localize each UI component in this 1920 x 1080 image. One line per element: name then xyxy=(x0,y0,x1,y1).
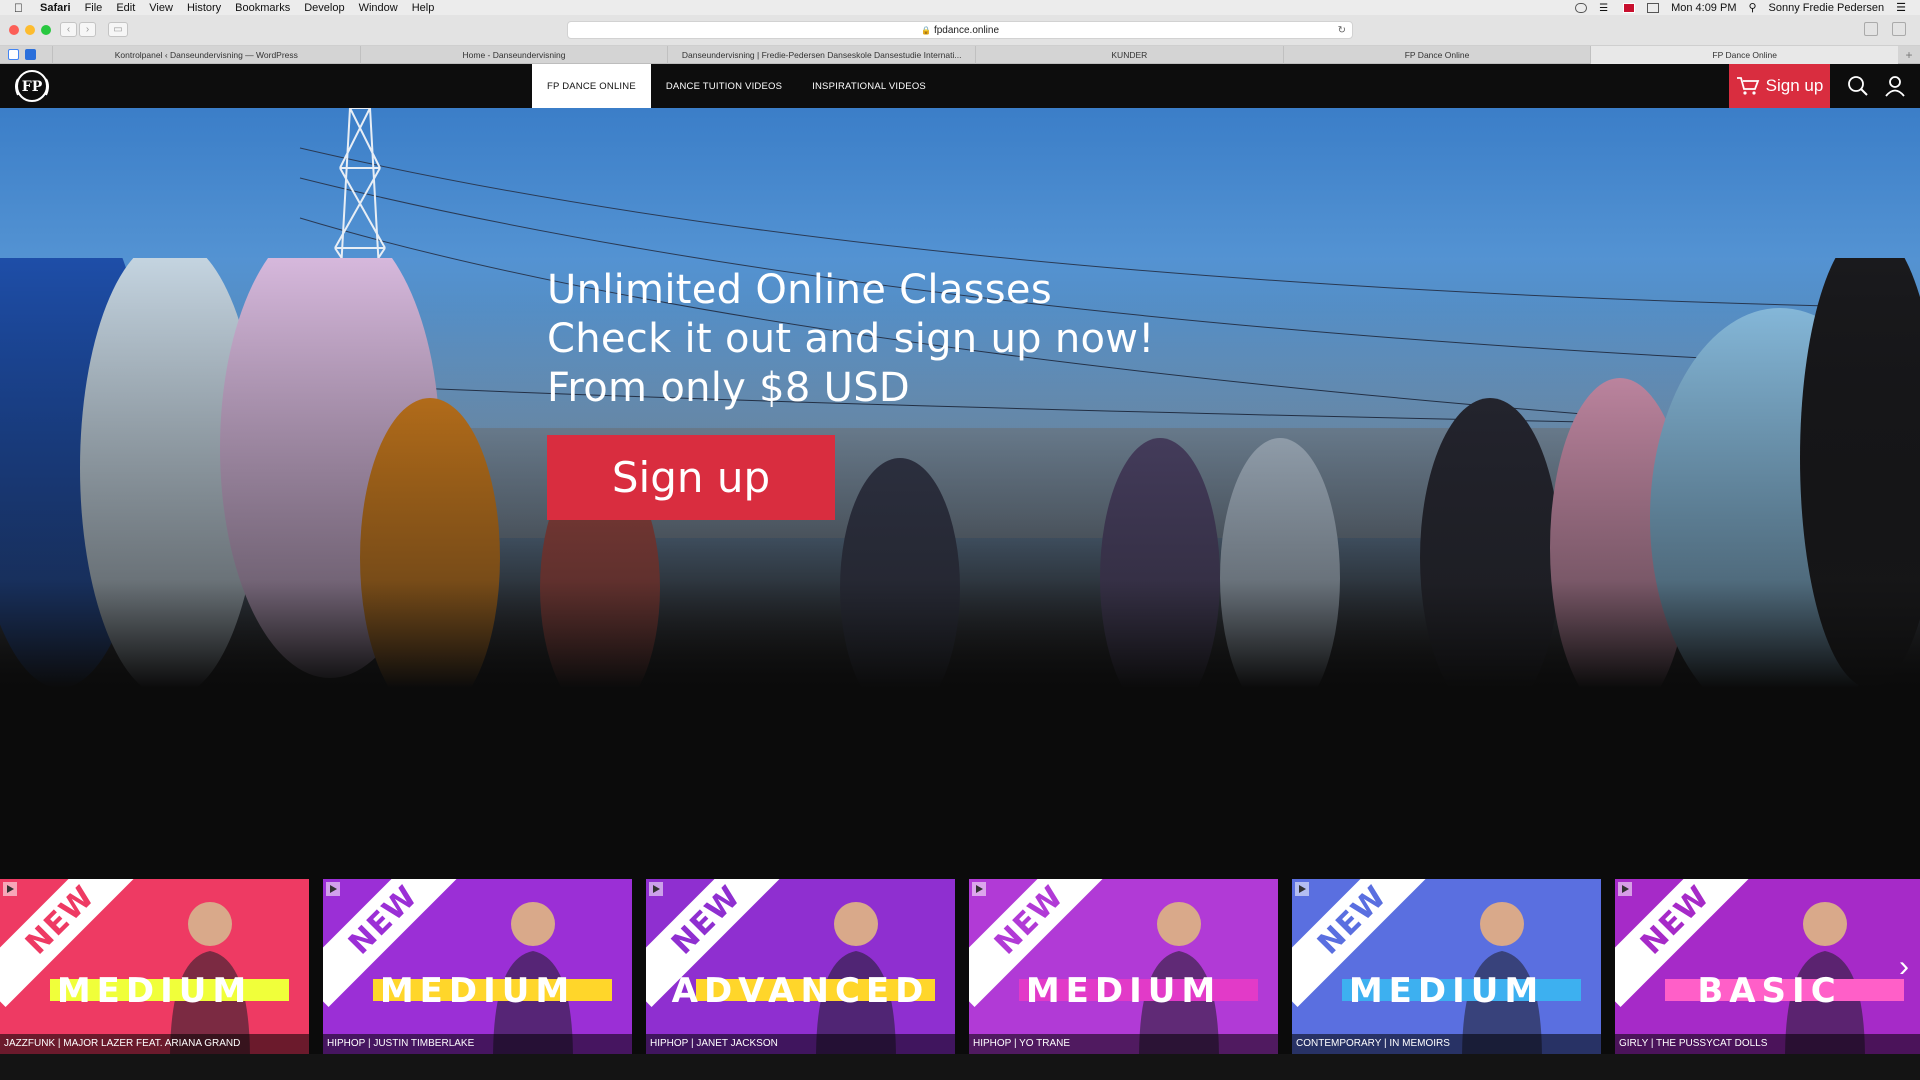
nav-inspirational-videos[interactable]: INSPIRATIONAL VIDEOS xyxy=(797,64,941,108)
nav-dance-tuition-videos[interactable]: DANCE TUITION VIDEOS xyxy=(651,64,797,108)
thumbnail-caption: HIPHOP | YO TRANE xyxy=(969,1034,1278,1054)
thumbnail-caption: GIRLY | THE PUSSYCAT DOLLS xyxy=(1615,1034,1920,1054)
menu-history[interactable]: History xyxy=(187,2,221,14)
play-icon[interactable] xyxy=(972,882,986,896)
menubar-clock[interactable]: Mon 4:09 PM xyxy=(1671,2,1736,14)
fp-dance-logo[interactable]: FP xyxy=(10,69,54,103)
macos-menu-bar:  Safari File Edit View History Bookmark… xyxy=(0,0,1920,15)
wifi-icon[interactable]: ☰ xyxy=(1599,3,1611,14)
user-account-icon[interactable] xyxy=(1884,75,1906,97)
hero-banner: Unlimited Online Classes Check it out an… xyxy=(0,108,1920,688)
menu-view[interactable]: View xyxy=(149,2,173,14)
thumbnail-caption: HIPHOP | JUSTIN TIMBERLAKE xyxy=(323,1034,632,1054)
display-icon[interactable] xyxy=(1647,2,1660,13)
apple-icon[interactable]:  xyxy=(14,1,28,15)
hero-headline: Unlimited Online Classes Check it out an… xyxy=(547,266,1155,413)
tab-overview-icon[interactable] xyxy=(1892,22,1906,36)
menu-bookmarks[interactable]: Bookmarks xyxy=(235,2,290,14)
difficulty-level: MEDIUM xyxy=(1025,971,1222,1011)
carousel-prev-arrow[interactable]: ‹ xyxy=(4,950,28,984)
site-favicon-icon[interactable] xyxy=(25,49,36,60)
reload-icon[interactable]: ↻ xyxy=(1338,25,1346,36)
lock-icon: 🔒 xyxy=(920,25,931,35)
difficulty-level: MEDIUM xyxy=(56,971,253,1011)
play-icon[interactable] xyxy=(326,882,340,896)
search-icon[interactable] xyxy=(1847,75,1869,97)
new-tab-button[interactable]: + xyxy=(1898,48,1920,62)
play-icon[interactable] xyxy=(649,882,663,896)
video-thumbnail[interactable]: BASIC NEW GIRLY | THE PUSSYCAT DOLLS xyxy=(1615,879,1920,1054)
hero-line-3: From only $8 USD xyxy=(547,365,911,411)
hero-line-2: Check it out and sign up now! xyxy=(547,316,1155,362)
tab-fp-dance-online-active[interactable]: FP Dance Online xyxy=(1590,45,1899,64)
history-nav: ‹ › xyxy=(60,22,96,37)
difficulty-level: MEDIUM xyxy=(1348,971,1545,1011)
tab-wordpress[interactable]: Kontrolpanel ‹ Danseundervisning — WordP… xyxy=(52,45,360,64)
menu-develop[interactable]: Develop xyxy=(304,2,344,14)
pinned-tabs xyxy=(0,49,52,60)
tab-bar: Kontrolpanel ‹ Danseundervisning — WordP… xyxy=(0,45,1920,64)
nav-fp-dance-online[interactable]: FP DANCE ONLINE xyxy=(532,64,651,108)
browser-toolbar: ‹ › ▭ 🔒 fpdance.online ↻ xyxy=(0,15,1920,46)
toolbar-right xyxy=(1864,22,1906,36)
video-thumbnail[interactable]: MEDIUM NEW CONTEMPORARY | IN MEMOIRS xyxy=(1292,879,1601,1054)
play-icon[interactable] xyxy=(3,882,17,896)
video-thumbnail[interactable]: MEDIUM NEW HIPHOP | YO TRANE xyxy=(969,879,1278,1054)
tab-danseundervisning[interactable]: Danseundervisning | Fredie-Pedersen Dans… xyxy=(667,45,975,64)
svg-text:FP: FP xyxy=(22,79,43,95)
address-bar[interactable]: 🔒 fpdance.online ↻ xyxy=(567,21,1353,39)
cloud-icon[interactable] xyxy=(1575,2,1588,13)
zoom-window-button[interactable] xyxy=(41,25,51,35)
sidebar-toggle-button[interactable]: ▭ xyxy=(108,22,128,37)
spotlight-icon[interactable]: ⚲ xyxy=(1748,1,1756,14)
back-button[interactable]: ‹ xyxy=(60,22,77,37)
menu-safari[interactable]: Safari xyxy=(40,2,71,14)
site-header: FP FP DANCE ONLINE DANCE TUITION VIDEOS … xyxy=(0,64,1920,108)
play-icon[interactable] xyxy=(1618,882,1632,896)
thumbnail-caption: JAZZFUNK | MAJOR LAZER FEAT. ARIANA GRAN… xyxy=(0,1034,309,1054)
google-favicon-icon[interactable] xyxy=(8,49,19,60)
video-carousel: MEDIUM NEW JAZZFUNK | MAJOR LAZER FEAT. … xyxy=(0,879,1920,1054)
carousel-next-arrow[interactable]: › xyxy=(1892,950,1916,984)
menu-help[interactable]: Help xyxy=(412,2,435,14)
close-window-button[interactable] xyxy=(9,25,19,35)
difficulty-level: ADVANCED xyxy=(671,971,930,1011)
difficulty-level: MEDIUM xyxy=(379,971,576,1011)
cart-icon xyxy=(1736,77,1759,95)
share-icon[interactable] xyxy=(1864,22,1878,36)
play-icon[interactable] xyxy=(1295,882,1309,896)
header-signup-label: Sign up xyxy=(1765,76,1824,95)
hero-line-1: Unlimited Online Classes xyxy=(547,267,1052,313)
menubar-user[interactable]: Sonny Fredie Pedersen xyxy=(1769,2,1885,14)
tab-fp-dance-online[interactable]: FP Dance Online xyxy=(1282,45,1591,64)
window-controls xyxy=(9,25,51,35)
tab-kunder[interactable]: KUNDER xyxy=(975,45,1283,64)
page-bottom xyxy=(0,1054,1920,1080)
flag-icon[interactable] xyxy=(1623,2,1636,13)
notification-center-icon[interactable]: ☰ xyxy=(1896,1,1906,14)
difficulty-level: BASIC xyxy=(1697,971,1842,1011)
menu-edit[interactable]: Edit xyxy=(116,2,135,14)
video-thumbnail[interactable]: MEDIUM NEW JAZZFUNK | MAJOR LAZER FEAT. … xyxy=(0,879,309,1054)
tab-home[interactable]: Home - Danseundervisning xyxy=(359,45,668,64)
menu-file[interactable]: File xyxy=(85,2,103,14)
menu-window[interactable]: Window xyxy=(359,2,398,14)
thumbnail-caption: CONTEMPORARY | IN MEMOIRS xyxy=(1292,1034,1601,1054)
video-thumbnail[interactable]: ADVANCED NEW HIPHOP | JANET JACKSON xyxy=(646,879,955,1054)
hero-signup-button[interactable]: Sign up xyxy=(547,435,835,520)
url-text: fpdance.online xyxy=(933,24,1000,36)
minimize-window-button[interactable] xyxy=(25,25,35,35)
main-nav: FP DANCE ONLINE DANCE TUITION VIDEOS INS… xyxy=(532,64,941,108)
header-signup-button[interactable]: Sign up xyxy=(1729,64,1830,108)
thumbnail-caption: HIPHOP | JANET JACKSON xyxy=(646,1034,955,1054)
forward-button[interactable]: › xyxy=(79,22,96,37)
video-thumbnail[interactable]: MEDIUM NEW HIPHOP | JUSTIN TIMBERLAKE xyxy=(323,879,632,1054)
